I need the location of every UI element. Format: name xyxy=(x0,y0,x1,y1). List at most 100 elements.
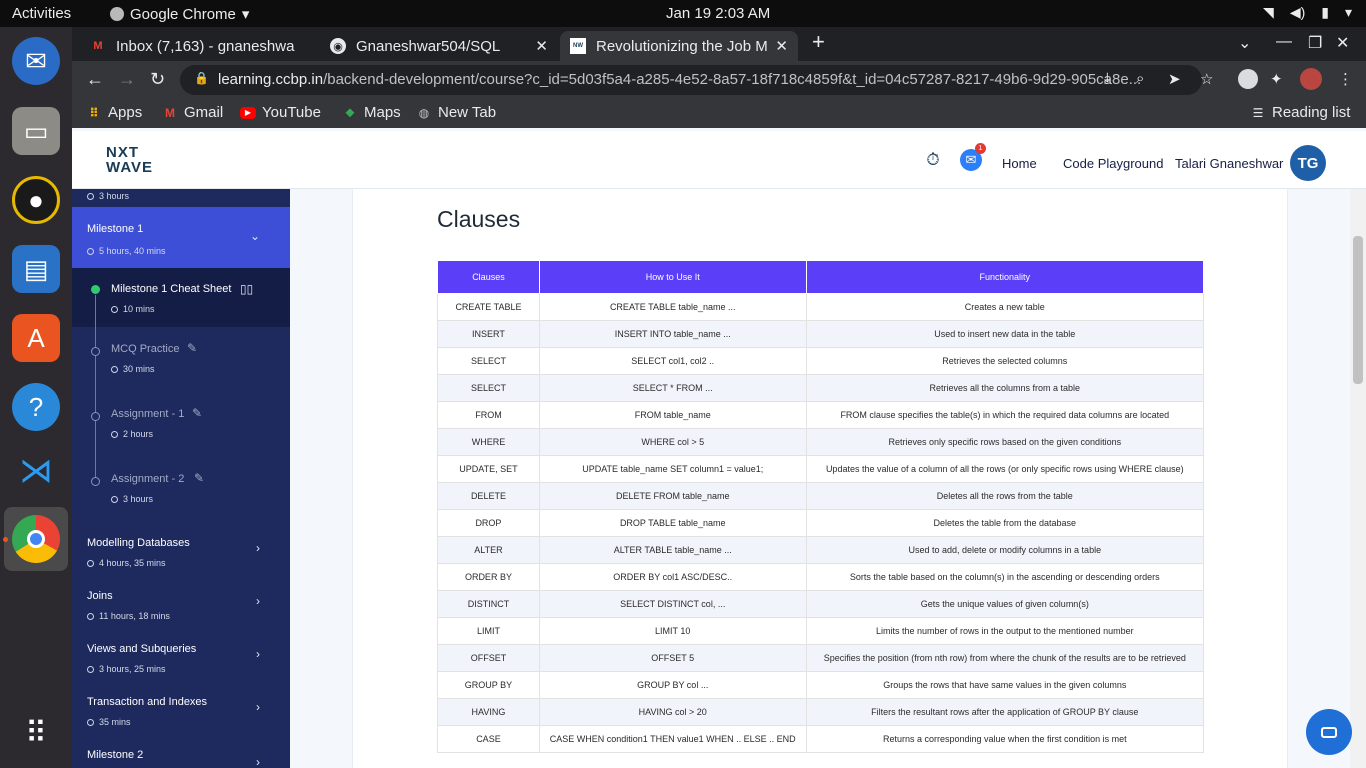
tab-search-icon[interactable]: ⌄ xyxy=(1238,33,1251,53)
tab-gmail[interactable]: M Inbox (7,163) - gnaneshwa xyxy=(80,31,318,61)
bookmark-label: YouTube xyxy=(262,104,321,121)
zoom-icon[interactable]: ⌕ xyxy=(1136,70,1144,87)
sidebar-item-cheat-sheet[interactable]: Milestone 1 Cheat Sheet ▯▯ 10 mins xyxy=(72,268,290,327)
system-tray[interactable]: ◥ ◀) ▮ ▾ xyxy=(1263,4,1352,21)
bookmark-youtube[interactable]: ▶ YouTube xyxy=(240,104,321,121)
files-icon[interactable]: ▭ xyxy=(12,107,60,155)
back-button[interactable]: ← xyxy=(86,69,104,90)
book-icon: ▯▯ xyxy=(240,282,254,296)
bookmarks-bar: ⠿ Apps M Gmail ▶ YouTube ⬥ Maps ◍ New Tab ☰ Re… xyxy=(72,99,1366,128)
extension-globe-icon[interactable] xyxy=(1238,69,1258,89)
forward-button[interactable]: → xyxy=(118,69,136,90)
sidebar-item-assignment-2[interactable]: Assignment - 2 ✎ 3 hours xyxy=(72,457,290,522)
table-cell: Gets the unique values of given column(s… xyxy=(805,590,1205,618)
new-tab-button[interactable]: + xyxy=(812,29,825,55)
sidebar-section-milestone-2[interactable]: Milestone 2 › xyxy=(72,739,290,768)
table-cell: Retrieves all the columns from a table xyxy=(805,374,1205,402)
sidebar-section-joins[interactable]: Joins 11 hours, 18 mins › xyxy=(72,580,290,633)
section-name: Milestone 1 xyxy=(87,223,144,235)
table-cell: DELETE FROM table_name xyxy=(538,482,807,510)
stopwatch-icon[interactable]: ⏱ xyxy=(922,149,944,171)
user-avatar[interactable]: TG xyxy=(1290,145,1326,181)
table-cell: CASE xyxy=(437,725,540,753)
sidebar-item-mcq-practice[interactable]: MCQ Practice ✎ 30 mins xyxy=(72,327,290,392)
clauses-table: Clauses How to Use It Functionality CREA… xyxy=(437,260,1205,753)
thunderbird-icon[interactable]: ✉ xyxy=(12,37,60,85)
sidebar-section-views-subqueries[interactable]: Views and Subqueries 3 hours, 25 mins › xyxy=(72,633,290,686)
user-name[interactable]: Talari Gnaneshwar xyxy=(1175,156,1283,171)
github-icon: ◉ xyxy=(330,38,346,54)
maximize-button[interactable]: ❐ xyxy=(1308,33,1322,53)
install-icon[interactable]: ⤓ xyxy=(1104,70,1111,87)
reload-button[interactable]: ↻ xyxy=(150,69,165,90)
clock-icon xyxy=(87,559,94,567)
table-row: WHERE WHERE col > 5 Retrieves only specifi… xyxy=(437,428,1205,456)
bookmark-new-tab[interactable]: ◍ New Tab xyxy=(416,104,496,121)
table-cell: SELECT xyxy=(437,347,540,375)
clock-icon xyxy=(87,665,94,673)
chrome-tab-strip: M Inbox (7,163) - gnaneshwa ◉ Gnaneshwar… xyxy=(72,27,1366,61)
sidebar-section-milestone-1[interactable]: Milestone 1 5 hours, 40 mins ⌄ xyxy=(72,207,290,268)
gmail-icon: M xyxy=(165,105,175,120)
app-menu[interactable]: Google Chrome ▾ xyxy=(110,5,249,23)
chrome-icon[interactable] xyxy=(12,515,60,563)
scrollbar-thumb[interactable] xyxy=(1353,236,1363,384)
section-name: Views and Subqueries xyxy=(87,643,197,655)
help-icon[interactable]: ? xyxy=(12,383,60,431)
rhythmbox-icon[interactable]: ● xyxy=(12,176,60,224)
sidebar-section-transaction-indexes[interactable]: Transaction and Indexes 35 mins › xyxy=(72,686,290,739)
item-name: MCQ Practice xyxy=(111,343,180,355)
software-center-icon[interactable]: A xyxy=(12,314,60,362)
clock-icon xyxy=(111,430,118,438)
writer-icon[interactable]: ▤ xyxy=(12,245,60,293)
table-cell: SELECT * FROM ... xyxy=(538,374,807,402)
gmail-icon: M xyxy=(93,40,103,52)
reading-list-button[interactable]: ☰ Reading list xyxy=(1250,104,1351,121)
vscode-icon[interactable]: ⋊ xyxy=(12,447,60,495)
sidebar-section-modelling-databases[interactable]: Modelling Databases 4 hours, 35 mins › xyxy=(72,527,290,580)
code-playground-link[interactable]: Code Playground xyxy=(1063,156,1163,171)
table-cell: DISTINCT xyxy=(437,590,540,618)
content-card: Clauses Clauses How to Use It Functional… xyxy=(352,189,1288,768)
table-row: LIMIT LIMIT 10 Limits the number of rows i… xyxy=(437,617,1205,645)
table-cell: Specifies the position (from nth row) fr… xyxy=(805,644,1205,672)
close-icon[interactable]: ✕ xyxy=(775,37,788,55)
table-cell: UPDATE table_name SET column1 = value1; xyxy=(538,455,807,483)
table-cell: INSERT INTO table_name ... xyxy=(538,320,807,348)
nxtwave-logo[interactable]: NXT WAVE xyxy=(106,145,153,175)
chat-support-button[interactable] xyxy=(1306,709,1352,755)
activities-button[interactable]: Activities xyxy=(12,5,71,22)
home-link[interactable]: Home xyxy=(1002,156,1037,171)
clock-icon xyxy=(87,612,94,620)
clock[interactable]: Jan 19 2:03 AM xyxy=(666,5,770,22)
sidebar-item-assignment-1[interactable]: Assignment - 1 ✎ 2 hours xyxy=(72,392,290,457)
dock: ✉ ▭ ● ▤ A ? ⋊ ⠿ xyxy=(0,27,72,768)
tab-nxtwave[interactable]: NW Revolutionizing the Job M ✕ xyxy=(560,31,798,61)
show-apps-icon[interactable]: ⠿ xyxy=(12,709,60,757)
table-cell: OFFSET xyxy=(437,644,540,672)
volume-icon: ◀) xyxy=(1289,4,1306,20)
send-icon[interactable]: ➤ xyxy=(1168,70,1181,88)
extensions-puzzle-icon[interactable]: ✦ xyxy=(1270,70,1283,88)
bookmark-maps[interactable]: ⬥ Maps xyxy=(342,104,401,121)
edit-pencil-icon: ✎ xyxy=(192,406,203,420)
table-cell: OFFSET 5 xyxy=(538,644,807,672)
address-bar[interactable]: 🔒 learning.ccbp.in/backend-development/c… xyxy=(180,65,1202,95)
tab-github[interactable]: ◉ Gnaneshwar504/SQL ✕ xyxy=(320,31,558,61)
pending-bullet xyxy=(91,477,100,486)
bookmark-gmail[interactable]: M Gmail xyxy=(162,104,223,121)
bookmark-star-icon[interactable]: ☆ xyxy=(1200,70,1213,88)
minimize-button[interactable]: — xyxy=(1276,33,1292,51)
section-name: Joins xyxy=(87,590,113,602)
table-row: INSERT INSERT INTO table_name ... Used to … xyxy=(437,320,1205,348)
more-menu-icon[interactable]: ⋮ xyxy=(1338,70,1353,88)
table-row: ALTER ALTER TABLE table_name ... Used to a… xyxy=(437,536,1205,564)
chevron-down-icon: ▾ xyxy=(1344,4,1352,20)
time-label: 3 hours xyxy=(99,191,130,201)
chevron-right-icon: › xyxy=(256,594,260,608)
profile-avatar[interactable] xyxy=(1300,68,1322,90)
close-window-button[interactable]: ✕ xyxy=(1336,33,1349,53)
bookmark-apps[interactable]: ⠿ Apps xyxy=(86,104,142,121)
logo-line-2: WAVE xyxy=(106,159,154,176)
close-icon[interactable]: ✕ xyxy=(535,37,548,55)
